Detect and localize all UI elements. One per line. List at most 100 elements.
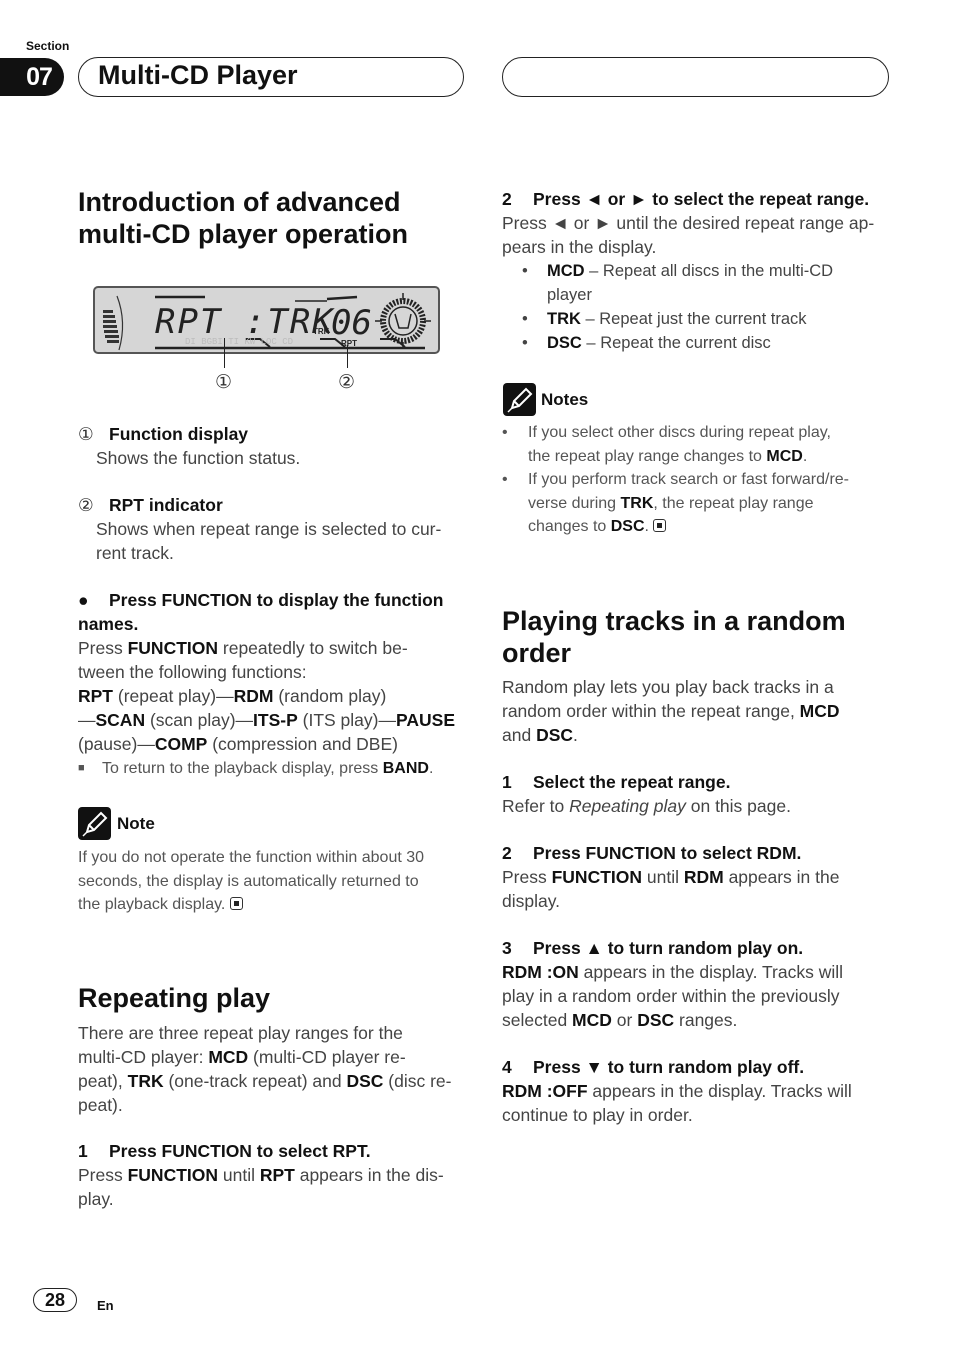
pencil-note-icon bbox=[503, 383, 536, 416]
paragraph-line: play in a random order within the previo… bbox=[502, 986, 840, 1006]
note-item-continuation: changes to DSC. bbox=[502, 515, 897, 539]
level-meter-icon bbox=[103, 295, 124, 351]
paragraph-line: display. bbox=[502, 891, 561, 911]
notes-body: • If you select other discs during repeat… bbox=[502, 421, 897, 539]
step-title: Press ▲ to turn random play on. bbox=[533, 938, 804, 958]
square-bullet-icon: ■ bbox=[78, 762, 85, 774]
dial-icon bbox=[375, 293, 431, 349]
repeating-play-heading: Repeating play bbox=[78, 983, 271, 1013]
paragraph-line: Press FUNCTION repeatedly to switch be- bbox=[78, 638, 408, 658]
note-line: the playback display. bbox=[78, 893, 473, 917]
step-title: names. bbox=[78, 614, 139, 634]
repeating-step-2: 2 Press ◄ or ► to select the repeat range… bbox=[502, 187, 897, 355]
step-title: Press ▼ to turn random play off. bbox=[533, 1057, 805, 1077]
tip-line: ■ To return to the playback display, pres… bbox=[78, 757, 473, 781]
paragraph-line: RDM :ON appears in the display. Tracks w… bbox=[502, 962, 844, 982]
rpt-indicator-item: ② RPT indicator Shows when repeat range i… bbox=[78, 493, 468, 565]
lcd-trk-label: TRK bbox=[313, 327, 330, 336]
notes-title: Notes bbox=[541, 390, 589, 409]
paragraph-line: continue to play in order. bbox=[502, 1105, 693, 1125]
step-number: 1 bbox=[502, 772, 512, 792]
right-header-frame bbox=[502, 57, 889, 97]
callout-marker-1: ① bbox=[215, 372, 233, 393]
item-marker: ② bbox=[78, 495, 94, 515]
random-intro: Random play lets you play back tracks in… bbox=[502, 675, 897, 747]
bullet-icon: ● bbox=[78, 590, 89, 610]
chapter-title: Multi-CD Player bbox=[98, 60, 298, 90]
paragraph-line: multi-CD player: MCD (multi-CD player re… bbox=[78, 1047, 406, 1067]
random-heading-line: Playing tracks in a random bbox=[502, 606, 846, 636]
list-item: • TRK – Repeat just the current track bbox=[522, 310, 807, 328]
intro-heading-line: multi-CD player operation bbox=[78, 219, 409, 249]
end-mark-icon bbox=[653, 519, 667, 532]
lcd-main-text: RPT :TRK bbox=[155, 302, 335, 342]
note-item-continuation: the repeat play range changes to MCD. bbox=[528, 447, 808, 465]
step-number: 4 bbox=[502, 1057, 512, 1077]
language-label: En bbox=[97, 1298, 114, 1313]
note-body: If you do not operate the function withi… bbox=[78, 846, 473, 917]
note-line: seconds, the display is automatically re… bbox=[78, 872, 419, 890]
note-item: • If you select other discs during repeat… bbox=[502, 424, 831, 441]
list-item: • MCD – Repeat all discs in the multi-CD bbox=[522, 262, 834, 280]
paragraph-line: —SCAN (scan play)—ITS-P (ITS play)—PAUSE bbox=[78, 710, 455, 730]
random-step-2: 2 Press FUNCTION to select RDM. Press FUN… bbox=[502, 841, 897, 913]
end-mark-icon bbox=[229, 897, 243, 910]
lcd-display-illustration: DI BGBI TI KW LOC CD RPT :TRK TRK 06 RPT bbox=[93, 286, 440, 354]
item-description: Shows when repeat range is selected to c… bbox=[96, 519, 442, 539]
step-title: Select the repeat range. bbox=[533, 772, 731, 792]
paragraph-line: pears in the display. bbox=[502, 237, 657, 257]
intro-heading-line: Introduction of advanced bbox=[78, 187, 401, 217]
item-marker: ① bbox=[78, 424, 94, 444]
note-line: If you do not operate the function withi… bbox=[78, 849, 425, 866]
step-title: Press FUNCTION to select RPT. bbox=[109, 1141, 371, 1161]
list-item: • DSC – Repeat the current disc bbox=[522, 334, 771, 352]
paragraph-line: RPT (repeat play)—RDM (random play) bbox=[78, 686, 387, 706]
step-number: 2 bbox=[502, 189, 512, 209]
step-title: Press ◄ or ► to select the repeat range. bbox=[533, 189, 870, 209]
paragraph-line: Press FUNCTION until RDM appears in the bbox=[502, 867, 840, 887]
step-title: Press FUNCTION to select RDM. bbox=[533, 843, 802, 863]
section-label: Section bbox=[26, 39, 70, 53]
item-description: Shows the function status. bbox=[96, 448, 301, 468]
lcd-rpt-label: RPT bbox=[341, 339, 357, 348]
item-description: rent track. bbox=[96, 543, 174, 563]
paragraph-line: and DSC. bbox=[502, 725, 578, 745]
paragraph-line: Press FUNCTION until RPT appears in the … bbox=[78, 1165, 444, 1185]
paragraph-line: There are three repeat play ranges for t… bbox=[78, 1023, 403, 1043]
note-item: • If you perform track search or fast for… bbox=[502, 471, 849, 488]
note-item-continuation: verse during TRK, the repeat play range bbox=[528, 494, 814, 512]
note-title: Note bbox=[117, 814, 155, 833]
paragraph-line: peat). bbox=[78, 1095, 123, 1115]
pencil-note-icon bbox=[78, 807, 111, 840]
paragraph-line: Press ◄ or ► until the desired repeat ra… bbox=[502, 213, 875, 233]
paragraph-line: tween the following functions: bbox=[78, 662, 307, 682]
step-number: 2 bbox=[502, 843, 512, 863]
paragraph-line: peat), TRK (one-track repeat) and DSC (d… bbox=[78, 1071, 452, 1091]
repeating-intro: There are three repeat play ranges for t… bbox=[78, 1021, 473, 1117]
section-number-badge: 07 bbox=[0, 58, 64, 96]
lcd-segment bbox=[326, 295, 358, 301]
random-step-1: 1 Select the repeat range. Refer to Repea… bbox=[502, 770, 897, 818]
item-title: Function display bbox=[109, 424, 249, 444]
lcd-track-number: 06 bbox=[331, 303, 372, 343]
paragraph-line: (pause)—COMP (compression and DBE) bbox=[78, 734, 398, 754]
function-display-item: ① Function display Shows the function sta… bbox=[78, 422, 468, 470]
paragraph-line: Random play lets you play back tracks in… bbox=[502, 677, 834, 697]
random-heading-line: order bbox=[502, 638, 572, 668]
list-item-continuation: player bbox=[547, 286, 592, 304]
callout-line-1 bbox=[224, 338, 226, 368]
repeating-step-1: 1 Press FUNCTION to select RPT. Press FUN… bbox=[78, 1139, 473, 1211]
random-step-4: 4 Press ▼ to turn random play off. RDM :O… bbox=[502, 1055, 897, 1127]
paragraph-line: Refer to Repeating play on this page. bbox=[502, 796, 791, 816]
paragraph-line: RDM :OFF appears in the display. Tracks … bbox=[502, 1081, 852, 1101]
intro-heading: Introduction of advanced multi-CD player… bbox=[78, 186, 408, 250]
step-number: 1 bbox=[78, 1141, 88, 1161]
random-step-3: 3 Press ▲ to turn random play on. RDM :ON… bbox=[502, 936, 897, 1032]
paragraph-line: random order within the repeat range, MC… bbox=[502, 701, 840, 721]
press-function-block: ● Press FUNCTION to display the function … bbox=[78, 588, 473, 781]
repeat-range-list: • MCD – Repeat all discs in the multi-CD … bbox=[502, 259, 897, 355]
lcd-graphics: DI BGBI TI KW LOC CD RPT :TRK TRK 06 RPT bbox=[103, 293, 431, 351]
paragraph-line: play. bbox=[78, 1189, 114, 1209]
step-title: Press FUNCTION to display the function bbox=[109, 590, 444, 610]
callout-line-2 bbox=[347, 345, 349, 368]
